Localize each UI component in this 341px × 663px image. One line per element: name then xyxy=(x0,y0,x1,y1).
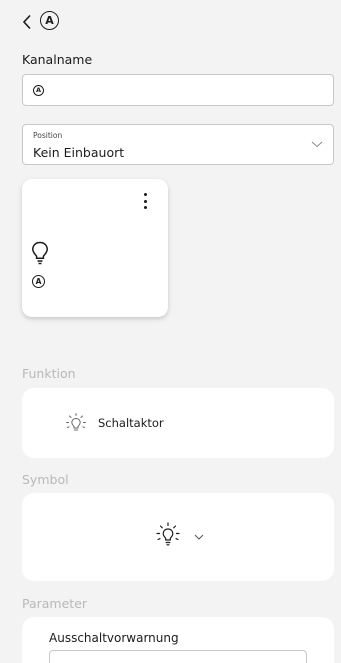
function-panel[interactable]: Schaltaktor xyxy=(22,388,334,458)
function-value: Schaltaktor xyxy=(98,416,164,430)
function-section-title: Funktion xyxy=(22,366,76,381)
chevron-down-icon xyxy=(311,141,323,148)
symbol-panel[interactable] xyxy=(22,493,334,581)
channel-name-input[interactable]: A xyxy=(22,74,334,106)
device-card[interactable]: A xyxy=(22,179,168,317)
lightbulb-glow-icon xyxy=(66,413,86,431)
position-value: Kein Einbauort xyxy=(33,145,125,160)
lightbulb-glow-icon xyxy=(156,522,180,546)
more-vertical-icon[interactable] xyxy=(138,191,152,211)
channel-name-badge: A xyxy=(33,84,44,96)
position-caption: Position xyxy=(33,131,63,140)
header-badge: A xyxy=(40,11,59,30)
parameter-section-title: Parameter xyxy=(22,596,88,611)
position-select[interactable]: Position Kein Einbauort xyxy=(22,124,334,165)
chevron-down-icon[interactable] xyxy=(194,533,204,541)
switch-off-warning-input[interactable] xyxy=(49,650,307,663)
channel-name-label: Kanalname xyxy=(22,52,93,67)
symbol-section-title: Symbol xyxy=(22,472,69,487)
lightbulb-icon xyxy=(32,241,48,265)
chevron-left-icon xyxy=(22,14,31,30)
parameter-panel: Ausschaltvorwarnung xyxy=(22,617,334,663)
device-badge: A xyxy=(32,275,45,288)
back-button[interactable] xyxy=(18,12,36,32)
switch-off-warning-label: Ausschaltvorwarnung xyxy=(49,631,179,645)
